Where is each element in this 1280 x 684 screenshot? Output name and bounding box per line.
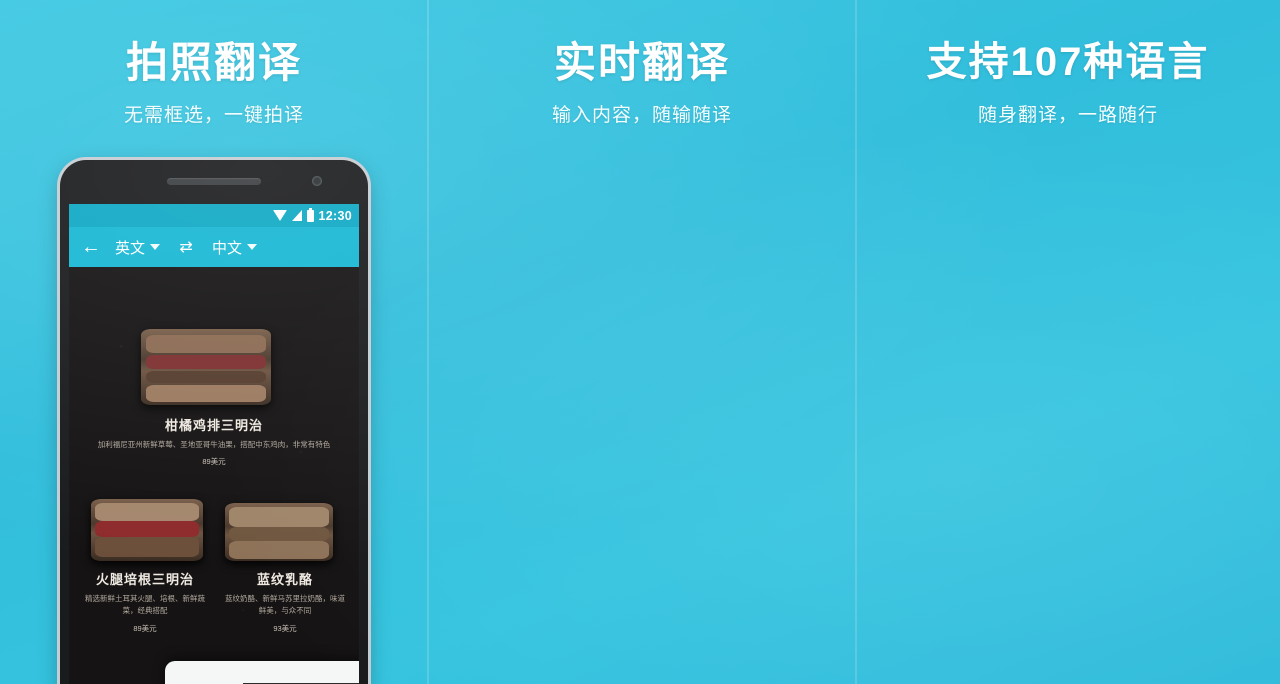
dish-description: 精选新鲜土耳其火腿、培根、新鲜蔬菜，经典搭配 [85, 594, 205, 616]
back-icon[interactable]: ← [81, 237, 115, 257]
source-language-dropdown[interactable]: 英文 [115, 237, 161, 258]
signal-icon [291, 210, 302, 221]
target-language-dropdown[interactable]: 中文 [212, 237, 258, 258]
dish-price: 89美元 [202, 457, 226, 467]
target-language-label: 中文 [212, 239, 243, 257]
panel2-subhead: 输入内容，随输随译 [551, 105, 732, 126]
phone-mockup-1: 12:30 ← 英文 ⇄ 中文 柑橘鸡排三明治 加利福尼亚州新鲜草莓、圣地亚哥牛… [60, 160, 368, 684]
chevron-down-icon [150, 244, 161, 250]
panel-divider [855, 0, 857, 684]
panel3-subhead: 随身翻译，一路随行 [977, 105, 1158, 126]
dish-1: 柑橘鸡排三明治 加利福尼亚州新鲜草莓、圣地亚哥牛油果，搭配中东鸡肉，非常有特色 … [69, 415, 359, 467]
battery-icon [306, 207, 314, 222]
sandwich-photo-3 [225, 503, 333, 561]
sandwich-photo-2 [91, 499, 203, 561]
dish-price: 89美元 [133, 623, 157, 633]
chevron-down-icon [247, 244, 258, 250]
translate-toolbar: ← 英文 ⇄ 中文 [69, 227, 359, 267]
panel1-subhead: 无需框选，一键拍译 [123, 105, 304, 126]
phone-bezel-top [60, 160, 368, 204]
translation-result-card[interactable] [165, 661, 359, 684]
promo-banner: 拍照翻译 无需框选，一键拍译 12:30 ← 英文 ⇄ 中文 柑橘鸡排三明治 加… [0, 0, 1280, 684]
dish-3: 蓝纹乳酪 蓝纹奶酪、新鲜马苏里拉奶酪，味道鲜美，与众不同 93美元 [215, 569, 355, 634]
dish-name: 柑橘鸡排三明治 [164, 418, 263, 433]
swap-languages-button[interactable]: ⇄ [160, 237, 212, 257]
phone-screen-1: 12:30 ← 英文 ⇄ 中文 柑橘鸡排三明治 加利福尼亚州新鲜草莓、圣地亚哥牛… [69, 204, 359, 684]
panel-realtime-translate: 实时翻译 输入内容，随输随译 12:30 自动检测语言 [428, 0, 856, 684]
panel2-headline: 实时翻译 [553, 39, 730, 86]
panel-divider [427, 0, 429, 684]
panel3-headline: 支持107种语言 [926, 40, 1210, 84]
camera-menu-photo[interactable]: 柑橘鸡排三明治 加利福尼亚州新鲜草莓、圣地亚哥牛油果，搭配中东鸡肉，非常有特色 … [69, 267, 359, 684]
dish-2: 火腿培根三明治 精选新鲜土耳其火腿、培根、新鲜蔬菜，经典搭配 89美元 [75, 569, 215, 634]
sandwich-photo-1 [141, 329, 271, 405]
source-language-label: 英文 [115, 239, 146, 257]
panel-language-support: 支持107种语言 随身翻译，一路随行 12:30 选择语言 ✕ [856, 0, 1280, 684]
dish-description: 蓝纹奶酪、新鲜马苏里拉奶酪，味道鲜美，与众不同 [225, 594, 345, 616]
panel-photo-translate: 拍照翻译 无需框选，一键拍译 12:30 ← 英文 ⇄ 中文 柑橘鸡排三明治 加… [0, 0, 428, 684]
dish-name: 火腿培根三明治 [95, 572, 194, 587]
dish-description: 加利福尼亚州新鲜草莓、圣地亚哥牛油果，搭配中东鸡肉，非常有特色 [97, 440, 331, 449]
wifi-icon [272, 210, 287, 221]
status-bar-1: 12:30 [69, 204, 359, 227]
panel1-headline: 拍照翻译 [125, 39, 302, 86]
earpiece-icon [167, 178, 261, 185]
front-camera-icon [312, 176, 322, 186]
dish-name: 蓝纹乳酪 [256, 572, 313, 587]
status-time: 12:30 [318, 208, 352, 223]
dish-price: 93美元 [273, 623, 297, 633]
